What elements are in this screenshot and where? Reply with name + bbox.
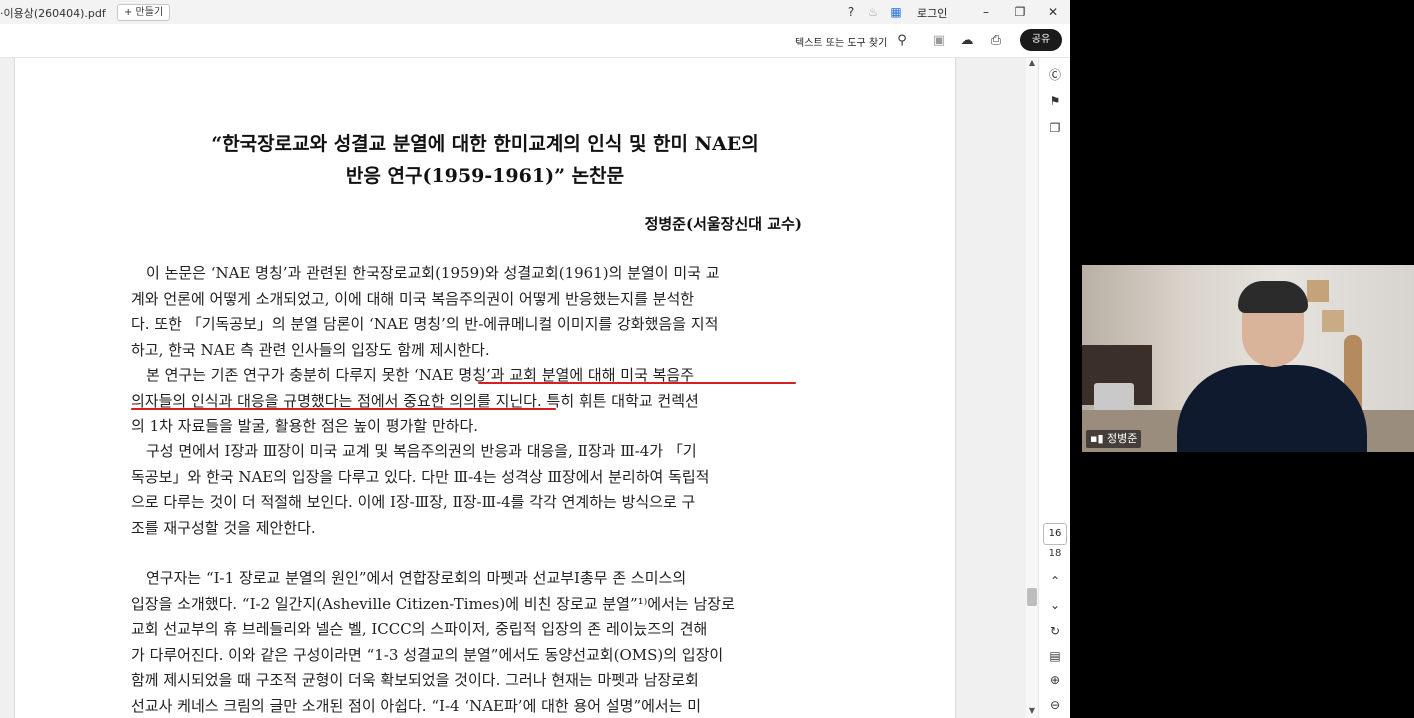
document-tab-title[interactable]: ·이용상(260404).pdf bbox=[0, 5, 106, 21]
help-icon[interactable]: ? bbox=[842, 3, 860, 21]
participant-name: 정병준 bbox=[1107, 432, 1138, 445]
apps-icon[interactable]: ▦ bbox=[887, 3, 905, 21]
title-line-1: “한국장로교와 성결교 분열에 대한 한미교계의 인식 및 한미 NAE의 bbox=[211, 133, 759, 155]
person-hair bbox=[1238, 281, 1308, 313]
page-up-icon[interactable]: ⌃ bbox=[1045, 571, 1065, 591]
copy-icon[interactable]: ❐ bbox=[1045, 118, 1065, 138]
create-button[interactable]: + 만들기 bbox=[117, 4, 171, 21]
current-page-field[interactable]: 16 bbox=[1043, 523, 1067, 545]
title-line-2: 반응 연구(1959-1961)” 논찬문 bbox=[345, 165, 625, 187]
webcam-video-tile[interactable]: ▪▮ 정병준 bbox=[1082, 265, 1414, 452]
annotation-underline[interactable] bbox=[478, 382, 796, 384]
text-line: 구성 면에서 Ⅰ장과 Ⅲ장이 미국 교계 및 복음주의권의 반응과 대응을, Ⅱ… bbox=[131, 442, 697, 460]
right-tool-rail: Ⓒ ⚑ ❐ 16 18 ⌃ ⌄ ↻ ▤ ⊕ ⊖ bbox=[1038, 58, 1070, 718]
text-line: 가 다루어진다. 이와 같은 구성이라면 “1-3 성결교의 분열”에서도 동양… bbox=[131, 645, 724, 664]
paragraph-1: 이 논문은 ‘NAE 명칭’과 관련된 한국장로교회(1959)와 성결교회(1… bbox=[131, 261, 803, 363]
vertical-scrollbar[interactable]: ▲ ▼ bbox=[1026, 58, 1038, 718]
find-tool-input[interactable]: 텍스트 또는 도구 찾기 bbox=[795, 34, 887, 49]
text-line: 이 논문은 ‘NAE 명칭’과 관련된 한국장로교회(1959)와 성결교회(1… bbox=[131, 264, 720, 282]
wall-note-image bbox=[1322, 310, 1344, 332]
text-line: 으로 다루는 것이 더 적절해 보인다. 이에 Ⅰ장-Ⅲ장, Ⅱ장-Ⅲ-4를 각… bbox=[131, 493, 696, 512]
pdf-viewer: ·이용상(260404).pdf + 만들기 ? ♨ ▦ 로그인 – ❐ ✕ 텍… bbox=[0, 0, 1070, 718]
wall-note-image bbox=[1307, 280, 1329, 302]
text-line: 입장을 소개했다. “I-2 일간지(Asheville Citizen-Tim… bbox=[131, 594, 735, 613]
bell-icon[interactable]: ♨ bbox=[864, 3, 882, 21]
document-author: 정병준(서울장신대 교수) bbox=[644, 215, 802, 233]
bookmark-icon[interactable]: ⚑ bbox=[1045, 91, 1065, 111]
maximize-icon[interactable]: ❐ bbox=[1011, 3, 1029, 21]
scroll-up-arrow[interactable]: ▲ bbox=[1026, 58, 1038, 70]
document-canvas[interactable]: “한국장로교와 성결교 분열에 대한 한미교계의 인식 및 한미 NAE의 반응… bbox=[0, 58, 1026, 718]
comment-icon[interactable]: Ⓒ bbox=[1045, 65, 1065, 85]
scroll-thumb[interactable] bbox=[1027, 588, 1037, 606]
pdf-page: “한국장로교와 성결교 분열에 대한 한미교계의 인식 및 한미 NAE의 반응… bbox=[14, 58, 956, 718]
paragraph-2: 본 연구는 기존 연구가 충분히 다루지 못한 ‘NAE 명칭’과 교회 분열에… bbox=[131, 363, 803, 440]
paragraph-4: 연구자는 “Ⅰ-1 장로교 분열의 원인”에서 연합장로회의 마펫과 선교부Ⅰ총… bbox=[131, 566, 803, 718]
upload-icon[interactable]: ☁ bbox=[957, 31, 977, 51]
share-button[interactable]: 공유 bbox=[1020, 29, 1062, 51]
text-line: 함께 제시되었을 때 구조적 균형이 더욱 확보되었을 것이다. 그러나 현재는… bbox=[131, 671, 699, 690]
refresh-icon[interactable]: ↻ bbox=[1045, 621, 1065, 641]
zoom-out-icon[interactable]: ⊖ bbox=[1045, 695, 1065, 715]
text-line: 독공보」와 한국 NAE의 입장을 다루고 있다. 다만 Ⅲ-4는 성격상 Ⅲ장… bbox=[131, 467, 710, 486]
minimize-icon[interactable]: – bbox=[977, 3, 995, 21]
text-line: 의자들의 인식과 대응을 규명했다는 점에서 중요한 의의를 지닌다. 특히 휘… bbox=[131, 391, 699, 410]
save-icon[interactable]: ▣ bbox=[929, 31, 949, 51]
toolbar: 텍스트 또는 도구 찾기 ⚲ ▣ ☁ ⎙ 공유 bbox=[0, 24, 1070, 58]
camera-image bbox=[1094, 383, 1134, 411]
close-icon[interactable]: ✕ bbox=[1044, 3, 1062, 21]
text-line: 연구자는 “Ⅰ-1 장로교 분열의 원인”에서 연합장로회의 마펫과 선교부Ⅰ총… bbox=[131, 569, 687, 587]
text-line: 조를 재구성할 것을 제안한다. bbox=[131, 518, 316, 537]
total-pages: 18 bbox=[1048, 548, 1062, 559]
signal-icon: ▪▮ bbox=[1090, 432, 1108, 445]
text-line: 다. 또한 「기독공보」의 분열 담론이 ‘NAE 명칭’의 반-에큐메니컬 이… bbox=[131, 315, 719, 334]
text-line: 의 1차 자료들을 발굴, 활용한 점은 높이 평가할 만하다. bbox=[131, 417, 479, 436]
annotation-underline[interactable] bbox=[131, 408, 556, 410]
text-line: 교회 선교부의 휴 브레들리와 넬슨 벨, ICCC의 스파이저, 중립적 입장… bbox=[131, 620, 708, 639]
title-bar: ·이용상(260404).pdf + 만들기 ? ♨ ▦ 로그인 – ❐ ✕ bbox=[0, 0, 1070, 25]
page-info-icon[interactable]: ▤ bbox=[1045, 646, 1065, 666]
login-button[interactable]: 로그인 bbox=[917, 5, 947, 21]
scroll-down-arrow[interactable]: ▼ bbox=[1026, 706, 1038, 718]
participant-name-label: ▪▮ 정병준 bbox=[1086, 430, 1142, 448]
document-title: “한국장로교와 성결교 분열에 대한 한미교계의 인식 및 한미 NAE의 반응… bbox=[15, 128, 955, 192]
text-line: 계와 언론에 어떻게 소개되었고, 이에 대해 미국 복음주의권이 어떻게 반응… bbox=[131, 289, 695, 308]
zoom-in-icon[interactable]: ⊕ bbox=[1045, 670, 1065, 690]
text-line: 선교사 케네스 크림의 글만 소개된 점이 아쉽다. “Ⅰ-4 ‘NAE파’에 … bbox=[131, 696, 702, 715]
search-icon[interactable]: ⚲ bbox=[892, 31, 912, 51]
person-body bbox=[1177, 365, 1367, 452]
text-line: 하고, 한국 NAE 측 관련 인사들의 입장도 함께 제시한다. bbox=[131, 340, 490, 359]
text-line: 본 연구는 기존 연구가 충분히 다루지 못한 ‘NAE 명칭’과 교회 분열에… bbox=[131, 366, 695, 384]
page-down-icon[interactable]: ⌄ bbox=[1045, 595, 1065, 615]
paragraph-3: 구성 면에서 Ⅰ장과 Ⅲ장이 미국 교계 및 복음주의권의 반응과 대응을, Ⅱ… bbox=[131, 439, 803, 541]
print-icon[interactable]: ⎙ bbox=[986, 31, 1006, 51]
